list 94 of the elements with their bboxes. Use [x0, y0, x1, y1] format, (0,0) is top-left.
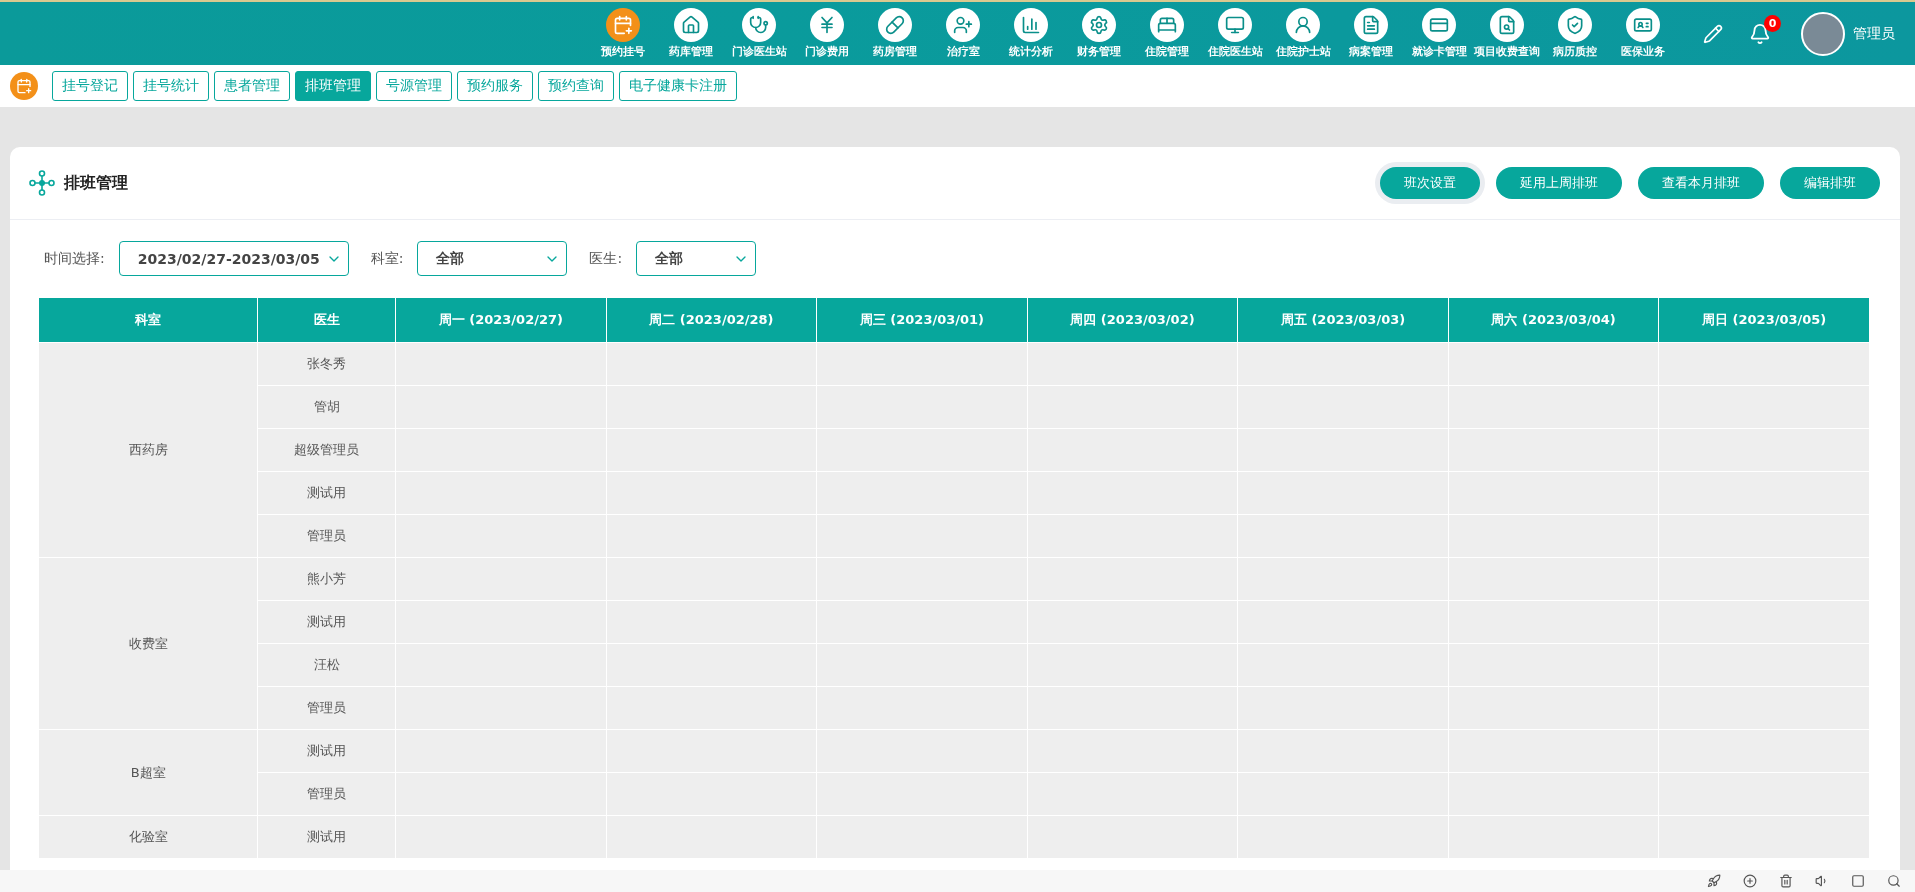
rocket-icon[interactable] [1707, 874, 1721, 888]
nav-label: 预约挂号 [601, 45, 645, 59]
doctor-cell: 超级管理员 [257, 428, 396, 472]
nav-item[interactable]: 治疗室 [929, 8, 997, 59]
select-field[interactable]: 2023/02/27-2023/03/05 [118, 241, 349, 276]
action-button[interactable]: 延用上周排班 [1496, 167, 1622, 199]
schedule-cell[interactable] [1448, 342, 1659, 386]
department-cell: 化验室 [38, 815, 258, 859]
square-icon[interactable] [1851, 874, 1865, 888]
notification-badge: 0 [1764, 14, 1781, 32]
filter-label: 医生: [589, 249, 623, 268]
column-header: 医生 [257, 297, 396, 343]
calendar-plus-icon [10, 72, 38, 100]
doctor-cell: 测试用 [257, 600, 396, 644]
select-field[interactable]: 全部 [417, 241, 568, 276]
doctor-cell: 张冬秀 [257, 342, 396, 386]
nav-label: 病案管理 [1349, 45, 1393, 59]
nav-label: 项目收费查询 [1474, 45, 1540, 59]
select-field[interactable]: 全部 [636, 241, 757, 276]
tab[interactable]: 预约服务 [457, 71, 533, 101]
nav-item[interactable]: 医保业务 [1609, 8, 1677, 59]
nav-item[interactable]: 药库管理 [657, 8, 725, 59]
nav-item[interactable]: 药房管理 [861, 8, 929, 59]
nav-label: 统计分析 [1009, 45, 1053, 59]
nav-item[interactable]: 门诊医生站 [725, 8, 793, 59]
circle-plus-icon[interactable] [1743, 874, 1757, 888]
nav-item[interactable]: 住院管理 [1133, 8, 1201, 59]
tab[interactable]: 挂号登记 [52, 71, 128, 101]
column-header: 周四 (2023/03/02) [1027, 297, 1238, 343]
nav-label: 住院护士站 [1275, 45, 1331, 59]
nav-item[interactable]: 病历质控 [1541, 8, 1609, 59]
nav-label: 药房管理 [873, 45, 917, 59]
doctor-cell: 管理员 [257, 772, 396, 816]
schedule-cell[interactable] [1658, 342, 1870, 386]
doctor-cell: 熊小芳 [257, 557, 396, 601]
schedule-cell[interactable] [395, 342, 607, 386]
nav-label: 就诊卡管理 [1411, 45, 1467, 59]
nav-item[interactable]: 预约挂号 [589, 8, 657, 59]
doctor-cell: 管理员 [257, 686, 396, 730]
doctor-cell: 管理员 [257, 514, 396, 558]
schedule-cell[interactable] [606, 342, 817, 386]
nav-item[interactable]: 住院护士站 [1269, 8, 1337, 59]
hub-icon [28, 169, 56, 197]
nav-label: 医保业务 [1621, 45, 1665, 59]
nav-item[interactable]: 病案管理 [1337, 8, 1405, 59]
search-icon[interactable] [1887, 874, 1901, 888]
nav-item[interactable]: 财务管理 [1065, 8, 1133, 59]
filter-label: 科室: [370, 249, 404, 268]
doctor-cell: 汪松 [257, 643, 396, 687]
column-header: 周三 (2023/03/01) [816, 297, 1028, 343]
column-header: 周日 (2023/03/05) [1658, 297, 1870, 343]
column-header: 周一 (2023/02/27) [395, 297, 607, 343]
nav-item[interactable]: 就诊卡管理 [1405, 8, 1473, 59]
tab[interactable]: 排班管理 [295, 71, 371, 101]
tab[interactable]: 患者管理 [214, 71, 290, 101]
nav-item[interactable]: 项目收费查询 [1473, 8, 1541, 59]
tab[interactable]: 号源管理 [376, 71, 452, 101]
schedule-cell[interactable] [1027, 342, 1238, 386]
nav-label: 住院管理 [1145, 45, 1189, 59]
doctor-cell: 测试用 [257, 471, 396, 515]
column-header: 周二 (2023/02/28) [606, 297, 817, 343]
doctor-cell: 测试用 [257, 815, 396, 859]
trash-icon[interactable] [1779, 874, 1793, 888]
pencil-icon[interactable] [1703, 23, 1723, 44]
department-cell: 西药房 [38, 342, 258, 558]
action-button[interactable]: 查看本月排班 [1638, 167, 1764, 199]
nav-label: 住院医生站 [1207, 45, 1263, 59]
department-cell: B超室 [38, 729, 258, 816]
nav-item[interactable]: 统计分析 [997, 8, 1065, 59]
department-cell: 收费室 [38, 557, 258, 730]
nav-item[interactable]: 门诊费用 [793, 8, 861, 59]
tab[interactable]: 挂号统计 [133, 71, 209, 101]
tab[interactable]: 电子健康卡注册 [619, 71, 737, 101]
avatar[interactable] [1801, 11, 1845, 56]
nav-item[interactable]: 住院医生站 [1201, 8, 1269, 59]
user-name[interactable]: 管理员 [1853, 24, 1895, 43]
bell-icon[interactable] [1749, 22, 1771, 45]
nav-label: 财务管理 [1077, 45, 1121, 59]
nav-label: 病历质控 [1553, 45, 1597, 59]
tab[interactable]: 预约查询 [538, 71, 614, 101]
column-header: 科室 [38, 297, 258, 343]
filter-label: 时间选择: [44, 249, 105, 268]
card-title: 排班管理 [64, 172, 128, 194]
column-header: 周六 (2023/03/04) [1448, 297, 1659, 343]
action-button[interactable]: 编辑排班 [1780, 167, 1880, 199]
schedule-cell[interactable] [1237, 342, 1449, 386]
doctor-cell: 测试用 [257, 729, 396, 773]
nav-label: 门诊费用 [805, 45, 849, 59]
doctor-cell: 管胡 [257, 385, 396, 429]
column-header: 周五 (2023/03/03) [1237, 297, 1449, 343]
schedule-cell[interactable] [816, 342, 1028, 386]
nav-label: 药库管理 [669, 45, 713, 59]
nav-label: 门诊医生站 [731, 45, 787, 59]
nav-label: 治疗室 [946, 45, 980, 59]
